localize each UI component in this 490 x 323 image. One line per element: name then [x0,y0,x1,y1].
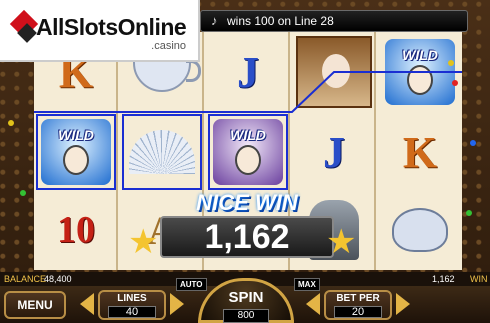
betper-increase-arrow-icon[interactable] [396,293,410,315]
confetti [452,80,458,86]
symbol-j: J [237,47,259,97]
symbol-wild: WILD [380,34,460,110]
lines-label: LINES [117,293,147,304]
confetti [470,140,476,146]
lines-increase-arrow-icon[interactable] [170,293,184,315]
wild-jester-icon: WILD [385,39,455,105]
nice-win-panel: NICE WIN 1,162 [160,190,334,260]
reel-5: WILD K [378,32,462,270]
teapot-icon [380,192,460,268]
spin-bet-value: 800 [223,309,269,323]
reel-1: K WILD 10 [34,32,118,270]
nice-win-amount: 1,162 [160,216,334,258]
casino-logo: AllSlotsOnline .casino [0,0,200,62]
wild-jester-icon: WILD [41,119,111,185]
win-message-text: wins 100 on Line 28 [227,14,334,28]
win-label: WIN [470,274,488,284]
confetti [448,60,454,66]
symbol-wild: WILD [208,114,288,190]
nice-win-label: NICE WIN [196,190,298,215]
game-stage: AllSlotsOnline .casino ♪ wins 100 on Lin… [0,0,490,323]
logo-sub: .casino [151,40,186,52]
confetti [466,210,472,216]
wild-jester-icon: WILD [213,119,283,185]
queen-icon [294,34,374,110]
max-bet-button[interactable]: MAX [294,278,320,291]
logo-name: AllSlotsOnline [36,14,187,40]
balance-label: BALANCE [4,274,47,284]
betper-value: 20 [334,306,382,318]
fan-icon [122,114,202,190]
lines-value: 40 [108,306,156,318]
lines-decrease-arrow-icon[interactable] [80,293,94,315]
balance-value: 48,400 [44,274,72,284]
win-message-bar: ♪ wins 100 on Line 28 [200,10,468,32]
confetti [8,120,14,126]
symbol-wild: WILD [36,114,116,190]
symbol-j: J [323,127,345,177]
spin-label: SPIN [228,289,264,306]
symbol-10: 10 [57,209,95,251]
confetti [20,190,26,196]
betper-label: BET PER [336,293,380,304]
music-note-icon: ♪ [211,13,218,28]
menu-button[interactable]: MENU [4,291,66,319]
symbol-k: K [402,127,438,177]
betper-decrease-arrow-icon[interactable] [306,293,320,315]
win-value: 1,162 [432,274,455,284]
